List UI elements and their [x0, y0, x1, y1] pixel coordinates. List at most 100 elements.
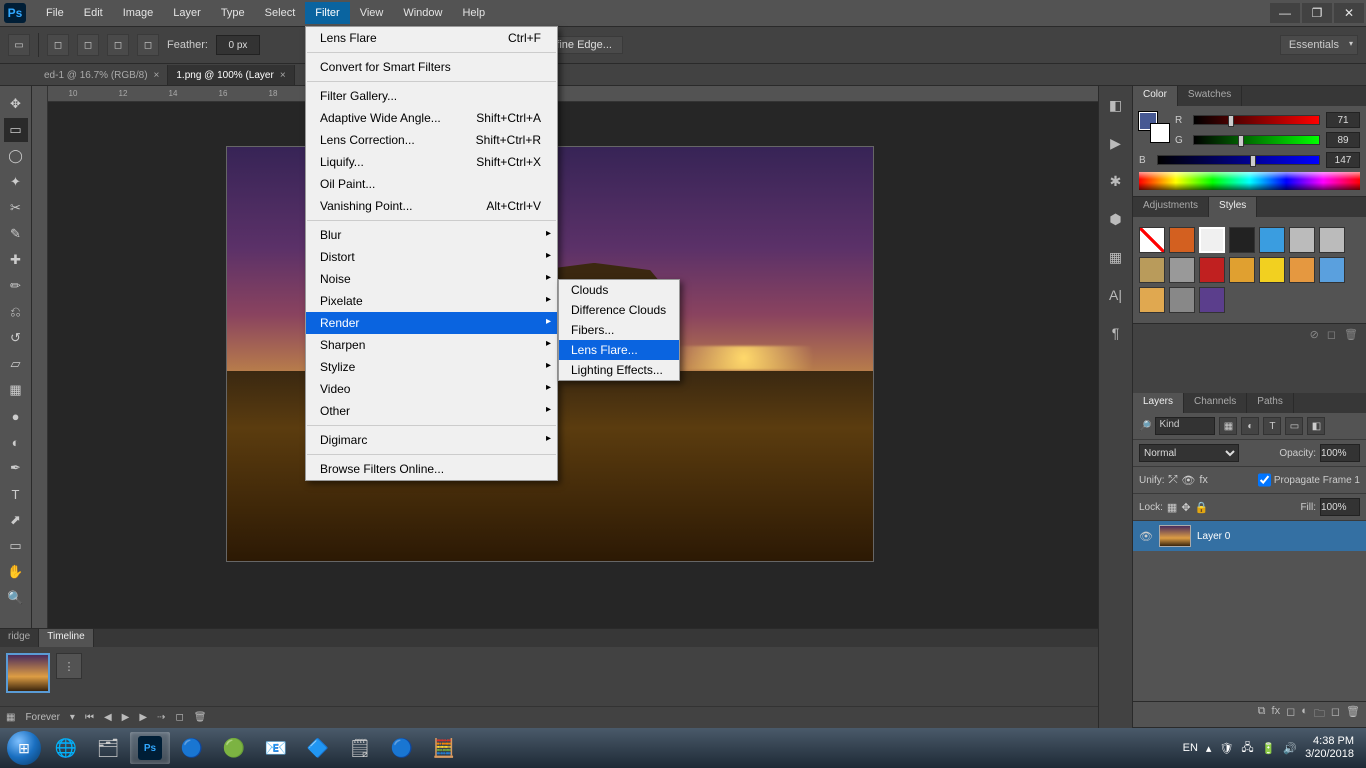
style-swatch[interactable]: [1319, 257, 1345, 283]
menu-window[interactable]: Window: [393, 2, 452, 24]
play-icon[interactable]: ▶: [122, 712, 130, 723]
loop-select[interactable]: Forever: [25, 712, 59, 723]
gradient-tool[interactable]: ▦: [4, 378, 28, 402]
doc-tab-0[interactable]: ed-1 @ 16.7% (RGB/8)×: [36, 65, 168, 85]
prev-frame-icon[interactable]: ◀: [104, 712, 112, 723]
path-select-tool[interactable]: ⬈: [4, 508, 28, 532]
tab-color[interactable]: Color: [1133, 86, 1178, 106]
tool-preset-icon[interactable]: ▭: [8, 34, 30, 56]
unify-position-icon[interactable]: ⤱: [1169, 474, 1178, 487]
menu-sharpen[interactable]: Sharpen: [306, 334, 557, 356]
g-slider[interactable]: [1193, 135, 1320, 145]
lang-indicator[interactable]: EN: [1183, 742, 1198, 754]
start-button[interactable]: ⊞: [4, 728, 44, 768]
menu-oil-paint[interactable]: Oil Paint...: [306, 173, 557, 195]
minimize-button[interactable]: —: [1270, 3, 1300, 23]
b-input[interactable]: [1326, 152, 1360, 168]
filter-shape-icon[interactable]: ▭: [1285, 417, 1303, 435]
add-selection-icon[interactable]: ◻: [77, 34, 99, 56]
close-icon[interactable]: ×: [280, 70, 286, 81]
new-selection-icon[interactable]: ◻: [47, 34, 69, 56]
lock-pixels-icon[interactable]: ▦: [1167, 501, 1177, 514]
convert-video-icon[interactable]: ▦: [6, 712, 15, 723]
healing-tool[interactable]: ✚: [4, 248, 28, 272]
outlook-icon[interactable]: 📧: [256, 732, 296, 764]
tab-minibridge[interactable]: ridge: [0, 629, 39, 647]
menu-browse-filters[interactable]: Browse Filters Online...: [306, 458, 557, 480]
menu-distort[interactable]: Distort: [306, 246, 557, 268]
menu-liquify[interactable]: Liquify...Shift+Ctrl+X: [306, 151, 557, 173]
menu-blur[interactable]: Blur: [306, 224, 557, 246]
tab-styles[interactable]: Styles: [1209, 197, 1257, 217]
brush-tool[interactable]: ✏: [4, 274, 28, 298]
zoom-tool[interactable]: 🔍: [4, 586, 28, 610]
menu-lens-flare[interactable]: Lens Flare...: [559, 340, 679, 360]
brush-presets-icon[interactable]: ⬢: [1105, 208, 1127, 230]
b-slider[interactable]: [1157, 155, 1320, 165]
menu-last-filter[interactable]: Lens FlareCtrl+F: [306, 27, 557, 49]
blend-mode-select[interactable]: Normal: [1139, 444, 1239, 462]
none-icon[interactable]: ⊘: [1310, 328, 1319, 341]
layer-thumbnail[interactable]: [1159, 525, 1191, 547]
menu-lens-correction[interactable]: Lens Correction...Shift+Ctrl+R: [306, 129, 557, 151]
lasso-tool[interactable]: ◯: [4, 144, 28, 168]
skype-icon[interactable]: 🔵: [382, 732, 422, 764]
style-swatch[interactable]: [1229, 227, 1255, 253]
style-swatch[interactable]: [1169, 287, 1195, 313]
menu-file[interactable]: File: [36, 2, 74, 24]
style-swatch[interactable]: [1139, 227, 1165, 253]
menu-lighting-effects[interactable]: Lighting Effects...: [559, 360, 679, 380]
menu-fibers[interactable]: Fibers...: [559, 320, 679, 340]
style-swatch[interactable]: [1289, 257, 1315, 283]
style-swatch[interactable]: [1199, 227, 1225, 253]
style-swatch[interactable]: [1169, 227, 1195, 253]
menu-filter[interactable]: Filter: [305, 2, 349, 24]
360-icon[interactable]: 🟢: [214, 732, 254, 764]
layer-name[interactable]: Layer 0: [1197, 531, 1230, 542]
filter-type-icon[interactable]: T: [1263, 417, 1281, 435]
actions-icon[interactable]: ▶: [1105, 132, 1127, 154]
tab-swatches[interactable]: Swatches: [1178, 86, 1242, 106]
next-frame-icon[interactable]: ▶: [139, 712, 147, 723]
menu-image[interactable]: Image: [113, 2, 164, 24]
menu-edit[interactable]: Edit: [74, 2, 113, 24]
shape-tool[interactable]: ▭: [4, 534, 28, 558]
propagate-checkbox[interactable]: Propagate Frame 1: [1258, 471, 1360, 489]
style-swatch[interactable]: [1319, 227, 1345, 253]
crop-tool[interactable]: ✂: [4, 196, 28, 220]
style-swatch[interactable]: [1169, 257, 1195, 283]
dodge-tool[interactable]: ◐: [4, 430, 28, 454]
fill-input[interactable]: [1320, 498, 1360, 516]
hand-tool[interactable]: ✋: [4, 560, 28, 584]
subtract-selection-icon[interactable]: ◻: [107, 34, 129, 56]
history-icon[interactable]: ◧: [1105, 94, 1127, 116]
style-swatch[interactable]: [1259, 227, 1285, 253]
link-layers-icon[interactable]: ⧉: [1258, 705, 1266, 724]
delete-frame-icon[interactable]: 🗑: [194, 712, 207, 723]
lock-all-icon[interactable]: 🔒: [1195, 501, 1209, 514]
menu-layer[interactable]: Layer: [163, 2, 211, 24]
paragraph-icon[interactable]: ¶: [1105, 322, 1127, 344]
r-input[interactable]: [1326, 112, 1360, 128]
notes-icon[interactable]: 🗒: [340, 732, 380, 764]
unify-visibility-icon[interactable]: 👁: [1181, 474, 1195, 487]
filter-smart-icon[interactable]: ◧: [1307, 417, 1325, 435]
intersect-selection-icon[interactable]: ◻: [137, 34, 159, 56]
style-swatch[interactable]: [1199, 257, 1225, 283]
mask-icon[interactable]: ◻: [1327, 328, 1336, 341]
tray-shield-icon[interactable]: 🛡: [1219, 742, 1233, 755]
tray-network-icon[interactable]: 🖧: [1241, 739, 1253, 758]
clock[interactable]: 4:38 PM 3/20/2018: [1305, 735, 1354, 761]
filter-kind[interactable]: Kind: [1155, 417, 1215, 435]
menu-diff-clouds[interactable]: Difference Clouds: [559, 300, 679, 320]
workspace-switcher[interactable]: Essentials: [1280, 35, 1358, 55]
style-swatch[interactable]: [1139, 287, 1165, 313]
explorer-icon[interactable]: 🗂: [88, 732, 128, 764]
menu-other[interactable]: Other: [306, 400, 557, 422]
tween-icon[interactable]: ⇢: [157, 712, 165, 723]
menu-view[interactable]: View: [350, 2, 394, 24]
menu-noise[interactable]: Noise: [306, 268, 557, 290]
menu-select[interactable]: Select: [255, 2, 306, 24]
menu-digimarc[interactable]: Digimarc: [306, 429, 557, 451]
character-icon[interactable]: A|: [1105, 284, 1127, 306]
